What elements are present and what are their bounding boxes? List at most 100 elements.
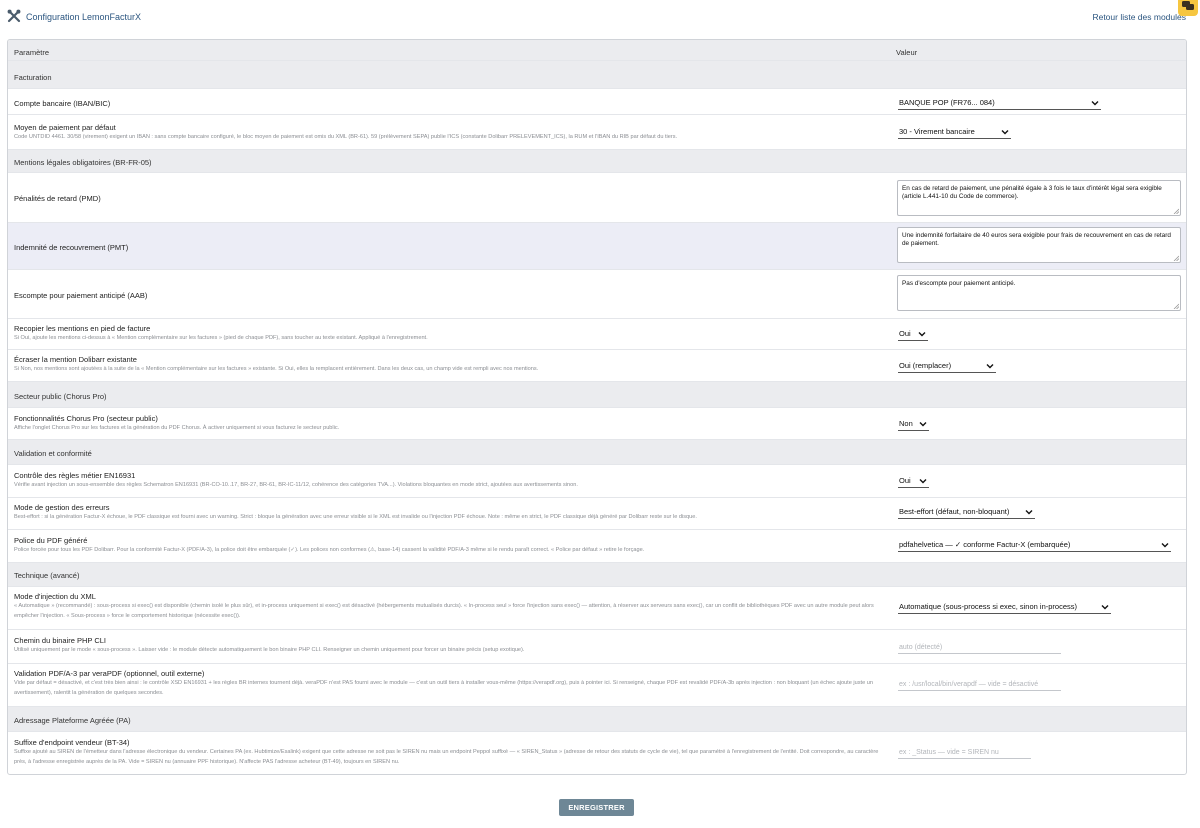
- row-endpoint-suffix: Suffixe d'endpoint vendeur (BT-34) Suffi…: [8, 732, 1186, 774]
- chevron-down-icon: [919, 479, 927, 484]
- chorus-value: Non: [899, 419, 913, 428]
- php-path-description: Utilisé uniquement par le mode « sous-pr…: [14, 647, 525, 653]
- verapdf-input[interactable]: ex : /usr/local/bin/verapdf — vide = dés…: [898, 679, 1061, 691]
- bank-account-select[interactable]: BANQUE POP (FR76... 084): [898, 97, 1101, 110]
- bank-account-value: BANQUE POP (FR76... 084): [899, 98, 995, 107]
- pmd-label: Pénalités de retard (PMD): [14, 194, 101, 203]
- chevron-down-icon: [1025, 510, 1033, 515]
- top-bar: Configuration LemonFacturX Retour liste …: [0, 0, 1200, 36]
- injection-mode-value: Automatique (sous-process si exec, sinon…: [899, 602, 1077, 611]
- row-php-path: Chemin du binaire PHP CLI Utilisé unique…: [8, 630, 1186, 664]
- corner-badge[interactable]: [1178, 0, 1198, 16]
- injection-mode-label: Mode d'injection du XML: [14, 592, 96, 601]
- chevron-down-icon: [1091, 101, 1099, 106]
- overwrite-mention-value: Oui (remplacer): [899, 361, 952, 370]
- en16931-description: Vérifie avant injection un sous-ensemble…: [14, 482, 578, 488]
- section-technique: Technique (avancé): [8, 563, 1186, 587]
- en16931-select[interactable]: Oui: [898, 475, 929, 488]
- chat-icon: [1182, 1, 1194, 10]
- php-path-input[interactable]: auto (détecté): [898, 642, 1061, 654]
- section-title: Adressage Plateforme Agréée (PA): [14, 716, 131, 725]
- section-title: Technique (avancé): [14, 571, 80, 580]
- row-bank-account: Compte bancaire (IBAN/BIC) BANQUE POP (F…: [8, 89, 1186, 115]
- chorus-label: Fonctionnalités Chorus Pro (secteur publ…: [14, 414, 158, 423]
- error-mode-label: Mode de gestion des erreurs: [14, 503, 110, 512]
- column-header-parameter: Paramètre: [14, 48, 50, 57]
- copy-mentions-label: Recopier les mentions en pied de facture: [14, 324, 151, 333]
- aab-label: Escompte pour paiement anticipé (AAB): [14, 291, 148, 300]
- payment-method-description: Code UNTDID 4461. 30/58 (virement) exige…: [14, 134, 678, 140]
- injection-mode-select[interactable]: Automatique (sous-process si exec, sinon…: [898, 601, 1111, 614]
- section-chorus: Secteur public (Chorus Pro): [8, 382, 1186, 408]
- en16931-value: Oui: [899, 476, 911, 485]
- row-aab: Escompte pour paiement anticipé (AAB) Pa…: [8, 270, 1186, 319]
- pdf-font-description: Police forcée pour tous les PDF Dolibarr…: [14, 547, 645, 553]
- pmt-textarea[interactable]: Une indemnité forfaitaire de 40 euros se…: [897, 227, 1181, 263]
- payment-method-select[interactable]: 30 - Virement bancaire: [898, 126, 1011, 139]
- error-mode-description: Best-effort : si la génération Factur-X …: [14, 514, 697, 520]
- save-button[interactable]: ENREGISTRER: [559, 799, 634, 816]
- row-chorus: Fonctionnalités Chorus Pro (secteur publ…: [8, 408, 1186, 440]
- row-en16931: Contrôle des règles métier EN16931 Vérif…: [8, 465, 1186, 498]
- back-to-modules-link[interactable]: Retour liste des modules: [1092, 12, 1186, 22]
- section-facturation: Facturation: [8, 61, 1186, 89]
- row-overwrite-mention: Écraser la mention Dolibarr existante Si…: [8, 350, 1186, 382]
- table-header: Paramètre Valeur: [8, 40, 1186, 61]
- column-header-value: Valeur: [896, 48, 918, 57]
- section-pa: Adressage Plateforme Agréée (PA): [8, 707, 1186, 732]
- endpoint-suffix-label: Suffixe d'endpoint vendeur (BT-34): [14, 738, 130, 747]
- chevron-down-icon: [1001, 130, 1009, 135]
- pdf-font-value: pdfahelvetica — ✓ conforme Factur-X (emb…: [899, 540, 1071, 549]
- resize-grip-icon[interactable]: [1173, 303, 1179, 309]
- tools-icon: [7, 9, 21, 23]
- section-mentions: Mentions légales obligatoires (BR-FR-05): [8, 150, 1186, 173]
- payment-method-value: 30 - Virement bancaire: [899, 127, 975, 136]
- payment-method-label: Moyen de paiement par défaut: [14, 123, 116, 132]
- overwrite-mention-label: Écraser la mention Dolibarr existante: [14, 355, 137, 364]
- chevron-down-icon: [919, 422, 927, 427]
- pmt-value: Une indemnité forfaitaire de 40 euros se…: [902, 232, 1171, 247]
- verapdf-label: Validation PDF/A-3 par veraPDF (optionne…: [14, 669, 205, 678]
- chevron-down-icon: [986, 364, 994, 369]
- copy-mentions-value: Oui: [899, 329, 911, 338]
- injection-mode-description: « Automatique » (recommandé) : sous-proc…: [14, 603, 874, 619]
- row-copy-mentions: Recopier les mentions en pied de facture…: [8, 319, 1186, 350]
- section-title: Validation et conformité: [14, 449, 92, 458]
- settings-table: Paramètre Valeur Facturation Compte banc…: [7, 39, 1187, 775]
- copy-mentions-select[interactable]: Oui: [898, 328, 928, 341]
- aab-textarea[interactable]: Pas d'escompte pour paiement anticipé.: [897, 275, 1181, 311]
- chevron-down-icon: [918, 332, 926, 337]
- pmd-value: En cas de retard de paiement, une pénali…: [902, 185, 1162, 200]
- section-validation: Validation et conformité: [8, 440, 1186, 465]
- row-pdf-font: Police du PDF généré Police forcée pour …: [8, 530, 1186, 563]
- error-mode-value: Best-effort (défaut, non-bloquant): [899, 507, 1010, 516]
- pdf-font-select[interactable]: pdfahelvetica — ✓ conforme Factur-X (emb…: [898, 539, 1171, 552]
- section-title: Secteur public (Chorus Pro): [14, 392, 107, 401]
- row-payment-method: Moyen de paiement par défaut Code UNTDID…: [8, 115, 1186, 150]
- row-pmt: Indemnité de recouvrement (PMT) Une inde…: [8, 223, 1186, 270]
- row-error-mode: Mode de gestion des erreurs Best-effort …: [8, 498, 1186, 530]
- overwrite-mention-select[interactable]: Oui (remplacer): [898, 360, 996, 373]
- resize-grip-icon[interactable]: [1173, 208, 1179, 214]
- endpoint-suffix-description: Suffixe ajouté au SIREN de l'émetteur da…: [14, 749, 879, 765]
- chevron-down-icon: [1161, 543, 1169, 548]
- aab-value: Pas d'escompte pour paiement anticipé.: [902, 280, 1016, 287]
- chevron-down-icon: [1101, 605, 1109, 610]
- overwrite-mention-description: Si Non, nos mentions sont ajoutées à la …: [14, 366, 539, 372]
- copy-mentions-description: Si Oui, ajoute les mentions ci-dessus à …: [14, 335, 428, 341]
- pmt-label: Indemnité de recouvrement (PMT): [14, 243, 129, 252]
- error-mode-select[interactable]: Best-effort (défaut, non-bloquant): [898, 506, 1035, 519]
- row-verapdf: Validation PDF/A-3 par veraPDF (optionne…: [8, 664, 1186, 707]
- pdf-font-label: Police du PDF généré: [14, 536, 88, 545]
- section-title: Mentions légales obligatoires (BR-FR-05): [14, 158, 152, 167]
- bank-account-label: Compte bancaire (IBAN/BIC): [14, 99, 111, 108]
- row-injection-mode: Mode d'injection du XML « Automatique » …: [8, 587, 1186, 630]
- pmd-textarea[interactable]: En cas de retard de paiement, une pénali…: [897, 180, 1181, 216]
- resize-grip-icon[interactable]: [1173, 255, 1179, 261]
- section-title: Facturation: [14, 73, 52, 82]
- chorus-description: Affiche l'onglet Chorus Pro sur les fact…: [14, 425, 340, 431]
- php-path-label: Chemin du binaire PHP CLI: [14, 636, 106, 645]
- chorus-select[interactable]: Non: [898, 418, 929, 431]
- verapdf-description: Vide par défaut = désactivé, et c'est tr…: [14, 680, 873, 696]
- endpoint-suffix-input[interactable]: ex : _Status — vide = SIREN nu: [898, 747, 1031, 759]
